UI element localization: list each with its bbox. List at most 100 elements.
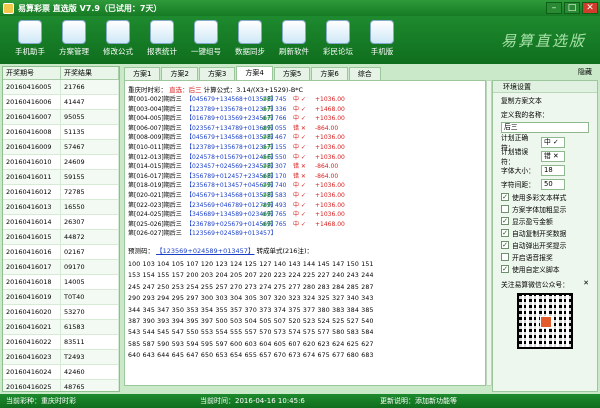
plan-output[interactable]: 重庆时时彩： 直选：后三 计算公式：3.14/(X3+1529)-B*C 第[0…	[124, 80, 486, 386]
toolbar-button-2[interactable]: 修改公式	[96, 18, 140, 62]
plan-issue: 155	[275, 143, 287, 151]
setting-checkbox-row[interactable]: ✓ 使用多彩文本样式	[493, 191, 597, 203]
table-row[interactable]: 20160416013 16550	[3, 200, 119, 215]
setting-field-input[interactable]: 错 ✕	[541, 150, 565, 162]
plan-mark: ⊕开	[262, 191, 274, 199]
table-row[interactable]: 20160416005 21766	[3, 80, 119, 95]
setting-field: 字体大小： 18	[493, 163, 597, 177]
table-row[interactable]: 20160416015 44872	[3, 230, 119, 245]
plan-nums: 【123569+024589+013457】	[186, 230, 277, 238]
table-row[interactable]: 20160416022 83511	[3, 335, 119, 350]
result-cell: T0T40	[61, 290, 119, 304]
setting-field-input[interactable]: 中 ✓	[541, 136, 565, 148]
plan-row: 第[016-017]期后三 【356789+012457+234568】 ⊕开 170…	[125, 172, 485, 182]
plan-money: +1036.00	[315, 211, 345, 219]
table-row[interactable]: 20160416023 T2493	[3, 350, 119, 365]
toolbar-button-4[interactable]: 一键组号	[184, 18, 228, 62]
table-row[interactable]: 20160416017 09170	[3, 260, 119, 275]
plan-issue: 583	[275, 191, 287, 199]
number-line: 245 247 250 253 254 255 257 270 273 274 …	[128, 283, 374, 291]
setting-checkbox-row[interactable]: ✓ 使用自定义脚本	[493, 263, 597, 275]
toolbar-button-6[interactable]: 刷新软件	[272, 18, 316, 62]
number-line: 387 390 393 394 395 397 500 503 504 505 …	[128, 317, 374, 325]
close-button[interactable]: ✕	[582, 2, 598, 14]
number-list: 100 103 104 105 107 120 123 124 125 127 …	[125, 257, 485, 362]
tab-plan-7[interactable]: 综合	[348, 67, 381, 80]
follow-wechat: 关注易算微信公众号： ✕	[493, 275, 597, 291]
setting-checkbox-row[interactable]: ✓ 显示盈亏金额	[493, 215, 597, 227]
setting-checkbox-row[interactable]: ✓ 自动弹出开奖提示	[493, 239, 597, 251]
toolbar-button-7[interactable]: 彩民论坛	[316, 18, 360, 62]
copy-text-label[interactable]: 复制方案文本	[493, 93, 597, 107]
plan-money: +1036.00	[315, 134, 345, 142]
plan-nums: 【356789+012457+234568】	[186, 172, 277, 180]
checkbox-checked[interactable]: ✓	[501, 229, 509, 237]
tab-plan-3[interactable]: 方案3	[198, 67, 236, 80]
checkbox-checked[interactable]: ✓	[501, 265, 509, 273]
plan-res: 中 ✓	[293, 115, 306, 123]
issue-cell: 20160416011	[3, 170, 61, 184]
toolbar-button-0[interactable]: 手机助手	[8, 18, 52, 62]
table-row[interactable]: 20160416024 42460	[3, 365, 119, 380]
maximize-button[interactable]: □	[564, 2, 580, 14]
table-row[interactable]: 20160416025 48765	[3, 380, 119, 391]
table-row[interactable]: 20160416011 59155	[3, 170, 119, 185]
plan-name: 第[001-002]期后三	[128, 96, 182, 103]
tab-plan-2[interactable]: 方案2	[161, 67, 198, 80]
plan-nums: 【023457+024569+234578】	[186, 163, 277, 171]
plan-row: 第[001-002]期后三 【045679+134568+013578】 ⊕开 745…	[125, 95, 485, 105]
setting-field-input[interactable]: 18	[541, 164, 565, 176]
plan-res: 错 ✕	[293, 124, 306, 132]
table-row[interactable]: 20160416006 41447	[3, 95, 119, 110]
result-cell: 42460	[61, 365, 119, 379]
tab-plan-6[interactable]: 方案6	[311, 67, 348, 80]
tab-plan-5[interactable]: 方案5	[273, 67, 311, 80]
toolbar-button-3[interactable]: 报表统计	[140, 18, 184, 62]
table-row[interactable]: 20160416016 02167	[3, 245, 119, 260]
table-row[interactable]: 20160416008 51135	[3, 125, 119, 140]
table-row[interactable]: 20160416007 95055	[3, 110, 119, 125]
column-header-result: 开奖结果	[61, 67, 119, 79]
checkbox-unchecked[interactable]	[501, 205, 509, 213]
toolbar-button-5[interactable]: 数据同步	[228, 18, 272, 62]
issue-cell: 20160416013	[3, 200, 61, 214]
setting-checkbox-row[interactable]: 方案字体加粗显示	[493, 203, 597, 215]
table-row[interactable]: 20160416009 57467	[3, 140, 119, 155]
table-row[interactable]: 20160416018 14005	[3, 275, 119, 290]
wand-icon	[194, 20, 218, 44]
table-row[interactable]: 20160416012 72785	[3, 185, 119, 200]
setting-checkbox-row[interactable]: ✓ 自动复制开奖数据	[493, 227, 597, 239]
predict-link[interactable]: 【123569+024589+013457】	[156, 247, 254, 255]
toolbar-button-8[interactable]: 手机版	[360, 18, 404, 62]
table-row[interactable]: 20160416010 24609	[3, 155, 119, 170]
toolbar-button-1[interactable]: 方案管理	[52, 18, 96, 62]
plan-issue: 336	[275, 105, 287, 113]
qr-code	[517, 293, 573, 349]
plan-issue: 467	[275, 134, 287, 142]
plan-issue: 055	[275, 124, 287, 132]
setting-field-input[interactable]: 50	[541, 178, 565, 190]
title-bar: 易算彩票 直选版 V7.9（已试用：7天） – □ ✕	[0, 0, 600, 16]
predict-suffix: 转成单式(216注)：	[256, 246, 313, 255]
table-row[interactable]: 20160416019 T0T40	[3, 290, 119, 305]
setting-checkbox-row[interactable]: 开启语音报奖	[493, 251, 597, 263]
hide-button[interactable]: 隐藏	[578, 67, 592, 77]
tab-plan-1[interactable]: 方案1	[124, 67, 161, 80]
app-icon	[3, 2, 14, 14]
plan-nums: 【345689+134589+023469】	[186, 211, 277, 219]
issue-cell: 20160416008	[3, 125, 61, 139]
minimize-button[interactable]: –	[546, 2, 562, 14]
plan-name: 第[024-025]期后三	[128, 211, 182, 219]
close-qr-icon[interactable]: ✕	[583, 279, 589, 289]
tab-plan-4[interactable]: 方案4	[236, 66, 273, 80]
checkbox-checked[interactable]: ✓	[501, 193, 509, 201]
table-row[interactable]: 20160416021 61583	[3, 320, 119, 335]
table-row[interactable]: 20160416020 53270	[3, 305, 119, 320]
checkbox-checked[interactable]: ✓	[501, 217, 509, 225]
plan-row: 第[010-011]期后三 【123789+135678+012357】 ⊕开 155…	[125, 143, 485, 153]
checkbox-unchecked[interactable]	[501, 253, 509, 261]
number-line: 640 643 644 645 647 650 653 654 655 657 …	[128, 352, 374, 360]
table-row[interactable]: 20160416014 26307	[3, 215, 119, 230]
checkbox-checked[interactable]: ✓	[501, 241, 509, 249]
play-mode: 直选：后三	[169, 86, 202, 94]
